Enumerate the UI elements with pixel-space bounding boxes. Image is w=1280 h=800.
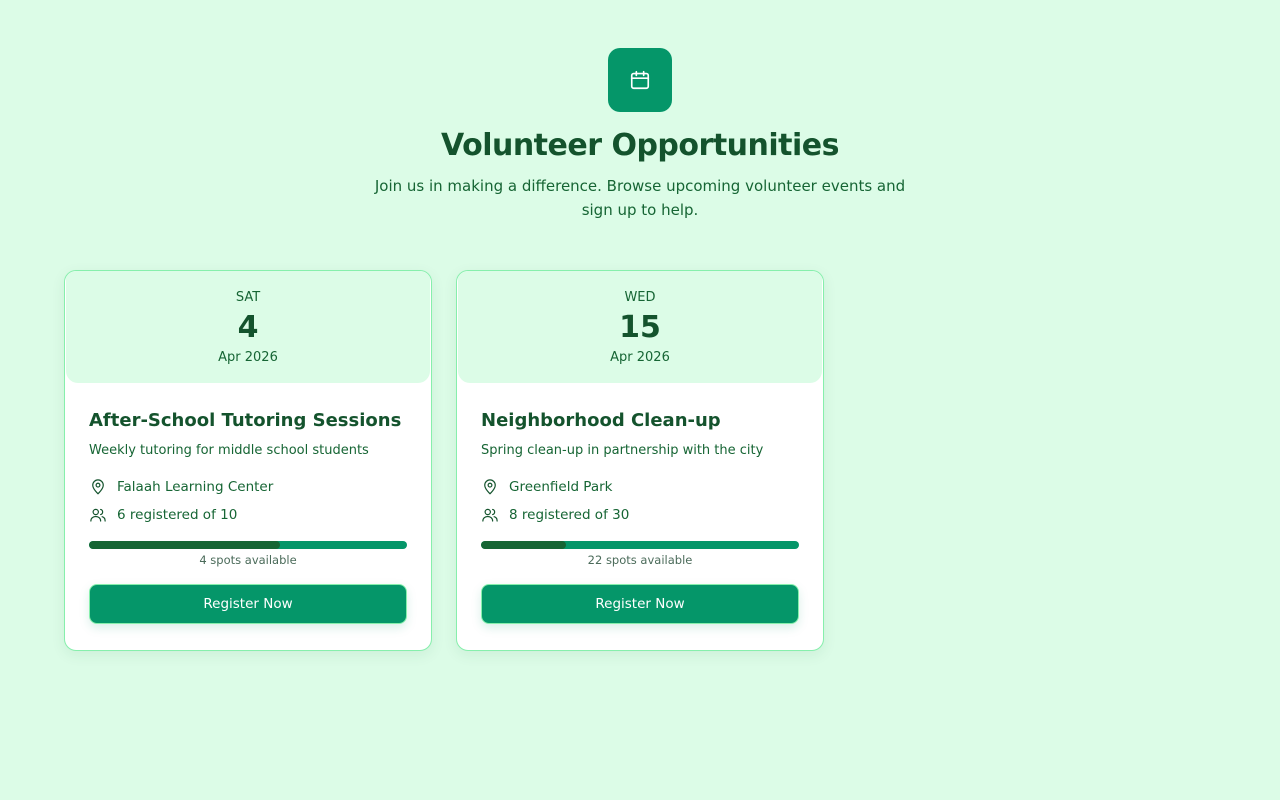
event-registration: 8 registered of 30: [481, 506, 799, 524]
event-location-label: Falaah Learning Center: [117, 479, 274, 495]
map-pin-icon: [92, 479, 104, 495]
register-button[interactable]: Register Now: [481, 584, 799, 624]
event-registered-label: 8 registered of 30: [509, 507, 630, 523]
map-pin-icon: [484, 479, 496, 495]
event-description: Weekly tutoring for middle school studen…: [89, 443, 369, 458]
registration-progress: [481, 541, 799, 549]
users-icon: [90, 508, 106, 522]
event-location: Greenfield Park: [481, 478, 799, 496]
event-day: 4: [237, 310, 259, 345]
event-registered-label: 6 registered of 10: [117, 507, 238, 523]
event-month-year: Apr 2026: [610, 350, 670, 365]
event-month-year: Apr 2026: [218, 350, 278, 365]
event-date: SAT 4 Apr 2026: [66, 271, 430, 383]
event-title: Neighborhood Clean-up: [481, 410, 721, 431]
event-weekday: WED: [624, 290, 656, 305]
event-description: Spring clean-up in partnership with the …: [481, 443, 764, 458]
event-location-label: Greenfield Park: [509, 479, 613, 495]
page-title: Volunteer Opportunities: [441, 128, 839, 163]
event-location: Falaah Learning Center: [89, 478, 407, 496]
event-registration: 6 registered of 10: [89, 506, 407, 524]
spots-available: 22 spots available: [587, 553, 693, 567]
page-subtitle: Join us in making a difference. Browse u…: [374, 177, 906, 219]
calendar-icon: [608, 48, 672, 112]
registration-progress-fill: [89, 541, 280, 549]
event-date: WED 15 Apr 2026: [458, 271, 822, 383]
spots-available: 4 spots available: [199, 553, 297, 567]
event-title: After-School Tutoring Sessions: [89, 410, 402, 431]
registration-progress: [89, 541, 407, 549]
registration-progress-fill: [481, 541, 566, 549]
register-button[interactable]: Register Now: [89, 584, 407, 624]
event-weekday: SAT: [235, 290, 261, 305]
event-day: 15: [619, 310, 661, 345]
users-icon: [482, 508, 498, 522]
event-card: WED 15 Apr 2026 Neighborhood Clean-up Sp…: [456, 270, 824, 651]
event-list: SAT 4 Apr 2026 After-School Tutoring Ses…: [64, 270, 824, 651]
event-card: SAT 4 Apr 2026 After-School Tutoring Ses…: [64, 270, 432, 651]
